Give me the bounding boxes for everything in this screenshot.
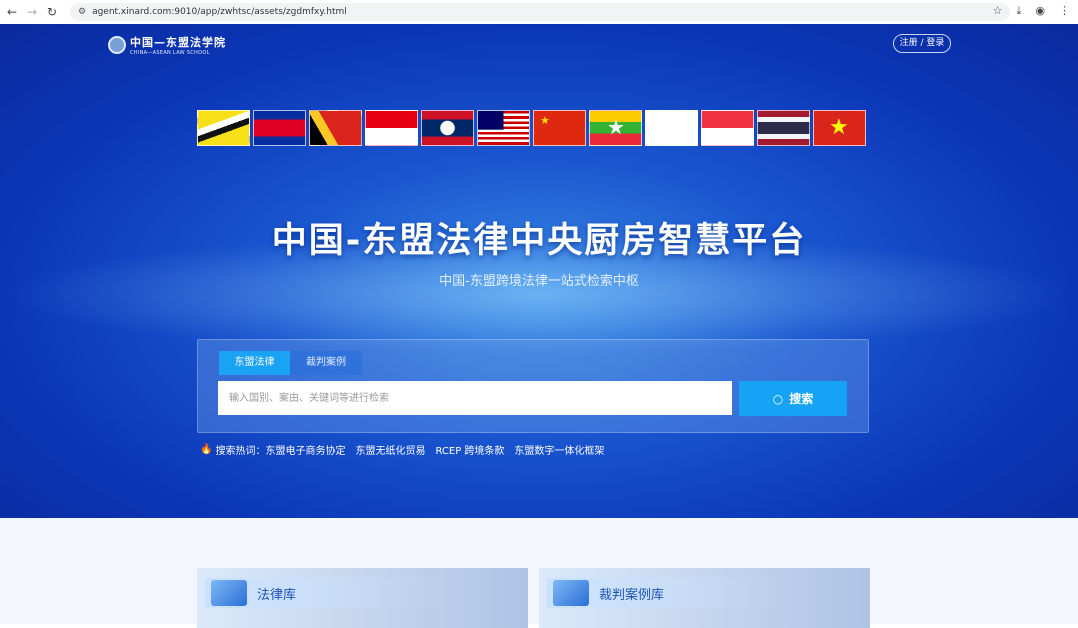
- flag-singapore[interactable]: [701, 110, 754, 146]
- menu-icon[interactable]: ⋮: [1059, 4, 1070, 18]
- login-register-button[interactable]: 注册 / 登录: [893, 34, 951, 53]
- flag-malaysia[interactable]: [477, 110, 530, 146]
- search-button-label: 搜索: [789, 392, 814, 406]
- flag-vietnam[interactable]: ★: [813, 110, 866, 146]
- hot-keywords-label: 搜索热词：: [215, 446, 266, 457]
- tab-asean-law[interactable]: 东盟法律: [219, 351, 290, 375]
- download-icon[interactable]: ⤓: [1017, 4, 1022, 18]
- flag-timor-leste[interactable]: [309, 110, 362, 146]
- search-tabs: 东盟法律 裁判案例: [219, 351, 362, 375]
- flag-thailand[interactable]: [757, 110, 810, 146]
- flag-brunei[interactable]: [197, 110, 250, 146]
- hot-keyword[interactable]: 东盟无纸化贸易: [355, 442, 425, 457]
- site-info-icon[interactable]: ⚙: [78, 7, 86, 17]
- address-bar[interactable]: ⚙ agent.xinard.com:9010/app/zwhtsc/asset…: [70, 3, 1010, 21]
- search-button[interactable]: ○ 搜索: [739, 381, 847, 416]
- card-title: 法律库: [257, 587, 297, 603]
- seal-icon: [108, 36, 126, 54]
- page-subtitle: 中国-东盟跨境法律一站式检索中枢: [439, 274, 639, 289]
- hot-keyword[interactable]: 东盟数字一体化框架: [514, 442, 604, 457]
- logo-cn: 中国—东盟法学院: [130, 36, 226, 49]
- flag-row: ★ ★ ★: [197, 110, 866, 146]
- search-panel: 东盟法律 裁判案例 ○ 搜索: [197, 339, 869, 433]
- book-icon: [211, 580, 247, 606]
- flag-indonesia[interactable]: [365, 110, 418, 146]
- flag-myanmar[interactable]: ★: [589, 110, 642, 146]
- logo-en: CHINA—ASEAN LAW SCHOOL: [130, 50, 210, 56]
- search-icon: ○: [772, 391, 784, 406]
- page-title: 中国-东盟法律中央厨房智慧平台: [271, 221, 807, 261]
- search-input[interactable]: [218, 381, 732, 415]
- hot-keyword[interactable]: RCEP 跨境条款: [435, 442, 504, 457]
- hot-keywords: 🔥 搜索热词： 东盟电子商务协定 东盟无纸化贸易 RCEP 跨境条款 东盟数字一…: [200, 442, 604, 457]
- forward-icon[interactable]: →: [24, 5, 40, 19]
- back-icon[interactable]: ←: [4, 5, 20, 19]
- flag-laos[interactable]: [421, 110, 474, 146]
- flag-china[interactable]: ★: [533, 110, 586, 146]
- bookmark-star-icon[interactable]: ☆: [993, 4, 1003, 18]
- card-title: 裁判案例库: [599, 587, 665, 603]
- profile-icon[interactable]: ◉: [1035, 4, 1045, 18]
- law-library-card[interactable]: 法律库: [197, 568, 528, 628]
- url-text: agent.xinard.com:9010/app/zwhtsc/assets/…: [92, 7, 347, 17]
- case-library-card[interactable]: 裁判案例库: [539, 568, 870, 628]
- flag-philippines[interactable]: [645, 110, 698, 146]
- tab-court-cases[interactable]: 裁判案例: [290, 351, 362, 375]
- site-logo[interactable]: 中国—东盟法学院 CHINA—ASEAN LAW SCHOOL: [108, 34, 226, 56]
- flag-cambodia[interactable]: [253, 110, 306, 146]
- gavel-icon: [553, 580, 589, 606]
- browser-toolbar: ← → ↻ ⚙ agent.xinard.com:9010/app/zwhtsc…: [0, 0, 1078, 24]
- hero-section: 中国—东盟法学院 CHINA—ASEAN LAW SCHOOL 注册 / 登录 …: [0, 24, 1078, 518]
- hot-keyword[interactable]: 东盟电子商务协定: [265, 442, 345, 457]
- fire-icon: 🔥: [200, 444, 213, 455]
- reload-icon[interactable]: ↻: [44, 5, 60, 19]
